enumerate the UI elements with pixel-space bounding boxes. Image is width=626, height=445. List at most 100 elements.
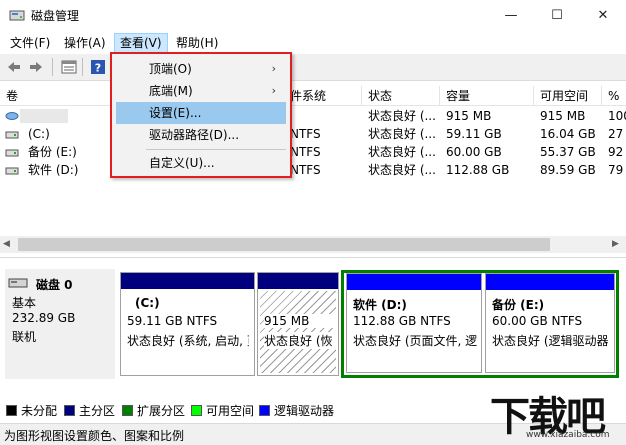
watermark-url: www.xiazaiba.com — [526, 430, 610, 440]
table-row[interactable]: 备份 (E:) NTFS 状态良好 (... 60.00 GB 55.37 GB… — [0, 143, 626, 161]
legend-label: 可用空间 — [206, 403, 255, 418]
partition-e[interactable]: 备份 (E:) 60.00 GB NTFS 状态良好 (逻辑驱动器 — [485, 273, 615, 373]
scroll-right-arrow-icon[interactable]: ▶ — [612, 239, 619, 249]
legend-swatch — [6, 404, 17, 416]
window-title: 磁盘管理 — [31, 9, 80, 23]
menu-help[interactable]: 帮助(H) — [171, 33, 223, 53]
cell-capacity: 915 MB — [446, 109, 492, 123]
forward-arrow-icon[interactable] — [27, 58, 45, 76]
minimize-button[interactable]: — — [488, 0, 534, 31]
legend-label: 未分配 — [21, 403, 58, 418]
legend-swatch — [64, 404, 75, 416]
menu-view[interactable]: 查看(V) — [114, 33, 168, 53]
title-bar: 磁盘管理 — ☐ ✕ — [0, 0, 626, 31]
menu-item-label: 自定义(U)... — [149, 156, 215, 170]
column-filesystem[interactable]: 件系统 — [284, 86, 362, 106]
properties-list-icon[interactable] — [60, 58, 78, 76]
menu-file[interactable]: 文件(F) — [5, 33, 55, 53]
partition-c[interactable]: (C:) 59.11 GB NTFS 状态良好 (系统, 启动, 页 — [120, 272, 255, 376]
menu-item-customize[interactable]: 自定义(U)... — [116, 152, 286, 174]
menu-item-label: 顶端(O) — [149, 62, 192, 76]
table-row[interactable]: 状态良好 (... 915 MB 915 MB 100 — [0, 107, 626, 125]
scrollbar-thumb[interactable] — [18, 238, 550, 251]
cell-capacity: 112.88 GB — [446, 163, 510, 177]
menu-item-bottom[interactable]: 底端(M) › — [116, 80, 286, 102]
cell-percent: 100 — [608, 109, 626, 123]
drive-icon — [5, 147, 19, 157]
drive-icon — [5, 129, 19, 139]
partition-status: 状态良好 (系统, 启动, 页 — [127, 334, 249, 348]
cell-free-space: 55.37 GB — [540, 145, 596, 159]
cell-percent: 79 — [608, 163, 624, 177]
partition-status: 状态良好 (恢 — [264, 332, 338, 349]
disk-name: 磁盘 0 — [36, 278, 73, 292]
partition-size: 59.11 GB NTFS — [127, 314, 218, 328]
legend-logical-drive: 逻辑驱动器 — [259, 403, 335, 418]
legend-swatch — [259, 404, 270, 416]
menu-item-label: 设置(E)... — [149, 106, 202, 120]
menu-item-settings[interactable]: 设置(E)... — [116, 102, 286, 124]
partition-status: 状态良好 (逻辑驱动器 — [492, 334, 609, 348]
logical-drive-bar — [486, 274, 614, 290]
menu-separator — [146, 149, 286, 150]
legend-label: 主分区 — [79, 403, 116, 418]
column-percent-free[interactable]: % — [602, 86, 626, 106]
column-capacity[interactable]: 容量 — [440, 86, 534, 106]
cell-filesystem: NTFS — [290, 163, 321, 177]
column-status[interactable]: 状态 — [362, 86, 440, 106]
legend-swatch — [122, 404, 133, 416]
back-arrow-icon[interactable] — [5, 58, 23, 76]
toolbar-separator — [82, 58, 83, 76]
partition-name: 软件 (D:) — [353, 298, 407, 312]
cell-filesystem: NTFS — [290, 145, 321, 159]
scroll-left-arrow-icon[interactable]: ◀ — [3, 239, 10, 249]
cell-percent: 27 — [608, 127, 624, 141]
partition-size: 60.00 GB NTFS — [492, 314, 583, 328]
menu-bar: 文件(F) 操作(A) 查看(V) 帮助(H) — [0, 31, 626, 53]
cell-status: 状态良好 (... — [368, 163, 436, 177]
primary-partition-bar — [121, 273, 254, 289]
cell-capacity: 59.11 GB — [446, 127, 502, 141]
partition-recovery[interactable]: 915 MB 状态良好 (恢 — [257, 272, 339, 376]
partition-name: (C:) — [135, 296, 160, 310]
cell-filesystem: NTFS — [290, 127, 321, 141]
menu-item-top[interactable]: 顶端(O) › — [116, 58, 286, 80]
disk-size: 232.89 GB — [12, 311, 76, 325]
table-row[interactable]: (C:) NTFS 状态良好 (... 59.11 GB 16.04 GB 27 — [0, 125, 626, 143]
disk-management-app-icon — [9, 8, 25, 22]
cell-status: 状态良好 (... — [368, 145, 436, 159]
horizontal-scrollbar[interactable]: ◀ ▶ — [0, 236, 626, 253]
primary-partition-bar — [258, 273, 338, 289]
table-row[interactable]: 软件 (D:) NTFS 状态良好 (... 112.88 GB 89.59 G… — [0, 161, 626, 179]
toolbar-separator — [52, 58, 53, 76]
cell-free-space: 16.04 GB — [540, 127, 596, 141]
cell-free-space: 915 MB — [540, 109, 586, 123]
legend-extended-partition: 扩展分区 — [122, 403, 186, 418]
menu-item-drive-paths[interactable]: 驱动器路径(D)... — [116, 124, 286, 146]
cell-filesystem — [284, 107, 362, 125]
close-button[interactable]: ✕ — [580, 0, 626, 31]
partition-name: 备份 (E:) — [492, 298, 545, 312]
legend-primary-partition: 主分区 — [64, 403, 116, 418]
cell-status: 状态良好 (... — [368, 127, 436, 141]
partition-d[interactable]: 软件 (D:) 112.88 GB NTFS 状态良好 (页面文件, 逻 — [346, 273, 482, 373]
volume-table-header: 卷 件系统 状态 容量 可用空间 % — [0, 86, 626, 106]
legend-label: 扩展分区 — [137, 403, 186, 418]
disk-info-panel[interactable]: 磁盘 0 基本 232.89 GB 联机 — [5, 269, 115, 379]
svg-text:?: ? — [95, 62, 101, 75]
legend-free-space: 可用空间 — [191, 403, 255, 418]
status-text: 为图形视图设置颜色、图案和比例 — [4, 429, 185, 443]
help-icon[interactable]: ? — [89, 58, 107, 76]
menu-action[interactable]: 操作(A) — [59, 33, 111, 53]
volume-drive-icon — [5, 110, 19, 121]
partition-status: 状态良好 (页面文件, 逻 — [353, 334, 478, 348]
disk-icon — [8, 277, 28, 289]
logical-drive-bar — [347, 274, 481, 290]
cell-percent: 92 — [608, 145, 624, 159]
column-free-space[interactable]: 可用空间 — [534, 86, 602, 106]
disk-status: 联机 — [12, 330, 37, 344]
maximize-button[interactable]: ☐ — [534, 0, 580, 31]
toolbar: ? — [0, 54, 626, 81]
partition-size: 112.88 GB NTFS — [353, 314, 451, 328]
legend-label: 逻辑驱动器 — [274, 403, 335, 418]
